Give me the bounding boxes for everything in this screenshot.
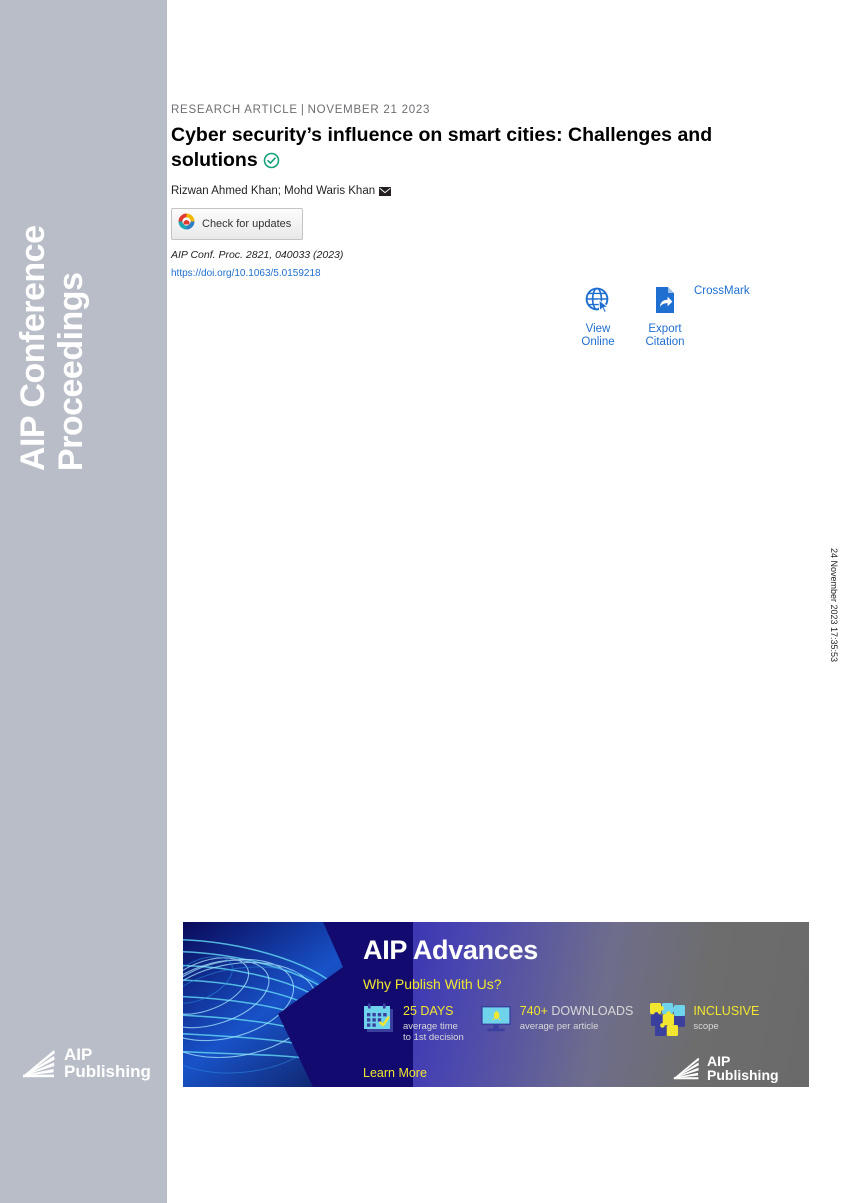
view-online-label: View Online	[581, 323, 615, 348]
calendar-check-icon	[363, 1001, 397, 1040]
banner-title: AIP Advances	[363, 935, 538, 965]
stat-days-sub: average time to 1st decision	[403, 1021, 464, 1044]
check-for-updates-label: Check for updates	[202, 218, 292, 231]
banner-aip-publishing-logo: AIP Publishing	[673, 1054, 779, 1083]
view-online-button[interactable]: View Online	[575, 286, 621, 349]
envelope-icon[interactable]	[379, 187, 392, 199]
circle-check-icon	[263, 151, 280, 176]
stat-downloads-headline: 740+ DOWNLOADS	[520, 1004, 634, 1018]
check-for-updates-button[interactable]: Check for updates	[171, 208, 304, 241]
stat-inclusive-sub: scope	[693, 1021, 719, 1032]
article-header: RESEARCH ARTICLE | NOVEMBER 21 2023 Cyber …	[171, 104, 791, 281]
article-type: RESEARCH ARTICLE	[171, 104, 298, 116]
doi-link[interactable]: https://doi.org/10.1063/5.0159218	[171, 268, 321, 279]
author-names: Rizwan Ahmed Khan; Mohd Waris Khan	[171, 185, 376, 198]
stat-downloads: 740+ DOWNLOADS average per article	[480, 1001, 634, 1040]
crossmark-logo-icon	[178, 213, 195, 235]
puzzle-pieces-icon	[649, 1001, 687, 1042]
aip-publishing-logo: AIP Publishing	[22, 1046, 151, 1081]
monitor-rocket-icon	[480, 1001, 514, 1040]
stat-downloads-word: DOWNLOADS	[551, 1004, 634, 1018]
citation-line: AIP Conf. Proc. 2821, 040033 (2023)	[171, 249, 344, 262]
stat-days: 25 DAYS average time to 1st decision	[363, 1001, 464, 1043]
page-title: Cyber security’s influence on smart citi…	[171, 123, 737, 175]
export-citation-label: Export Citation	[645, 323, 685, 348]
stat-inclusive-headline: INCLUSIVE	[693, 1004, 760, 1018]
article-title-text: Cyber security’s influence on smart citi…	[171, 124, 713, 171]
aip-fan-logo-icon	[22, 1048, 56, 1078]
stat-inclusive: INCLUSIVE scope	[649, 1001, 759, 1042]
journal-title: AIP Conference Proceedings	[13, 225, 90, 472]
logo-line-1: AIP	[64, 1045, 93, 1064]
banner-logo-line-2: Publishing	[707, 1067, 779, 1084]
export-citation-button[interactable]: Export Citation	[642, 286, 688, 349]
banner-logo-text: AIP Publishing	[707, 1054, 779, 1083]
publication-date: NOVEMBER 21 2023	[307, 104, 431, 116]
author-list: Rizwan Ahmed Khan; Mohd Waris Khan	[171, 185, 791, 199]
stat-downloads-sub: average per article	[519, 1021, 599, 1032]
journal-sidebar: AIP Conference Proceedings AIP Publishin…	[0, 0, 167, 1203]
article-actions: View Online Export Citation	[575, 286, 688, 349]
globe-cursor-icon	[584, 286, 612, 319]
document-share-icon	[651, 286, 679, 319]
aip-publishing-logo-text: AIP Publishing	[64, 1046, 151, 1081]
learn-more-link[interactable]: Learn More	[363, 1066, 427, 1080]
article-kicker: RESEARCH ARTICLE | NOVEMBER 21 2023	[171, 104, 791, 116]
stat-days-headline: 25 DAYS	[403, 1004, 454, 1018]
aip-fan-logo-icon	[673, 1056, 700, 1080]
download-timestamp: 24 November 2023 17:35:53	[829, 547, 839, 663]
logo-line-2: Publishing	[64, 1062, 151, 1082]
stat-downloads-number: 740+	[519, 1004, 548, 1018]
kicker-separator: |	[300, 104, 305, 116]
banner-stats: 25 DAYS average time to 1st decision 740…	[363, 1001, 759, 1043]
crossmark-link[interactable]: CrossMark	[694, 285, 750, 297]
advertisement-banner[interactable]: AIP Advances Why Publish With Us? 25 DAY…	[183, 922, 809, 1087]
banner-subtitle: Why Publish With Us?	[363, 976, 502, 992]
